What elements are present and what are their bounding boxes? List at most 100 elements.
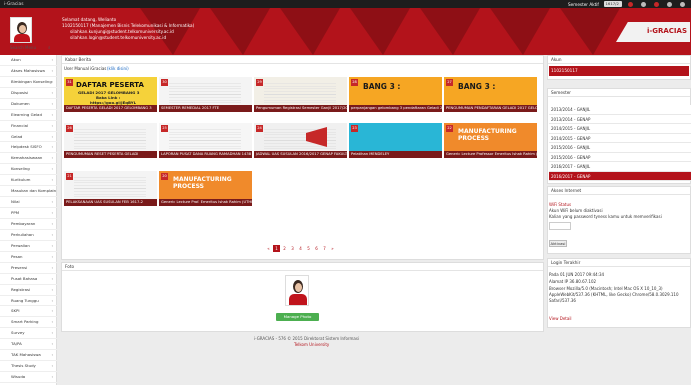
page-link[interactable]: 3 <box>289 245 296 252</box>
sidebar-item-konseling[interactable]: Konseling ‹ <box>0 164 57 176</box>
sidebar-item-label: Survey <box>11 330 25 336</box>
news-tile[interactable]: MANUFACTURING PROCESS 20 Generic Lecture P… <box>159 171 252 206</box>
news-tile[interactable]: 26 PENGUMUMAN RESET PESERTA GELADI <box>64 123 157 158</box>
news-tile[interactable]: 23 Pelatihan MENDELEY <box>349 123 442 158</box>
search-icon[interactable]: ⌕ <box>48 45 51 51</box>
sidebar-item-label: Elearning Gelad <box>11 111 42 117</box>
sidebar-item-pembayaran[interactable]: Pembayaran ‹ <box>0 219 57 230</box>
avatar[interactable] <box>10 17 32 43</box>
sidebar-item-financial[interactable]: Financial ‹ <box>0 121 57 132</box>
sidebar-item-masukan-dan-komplain[interactable]: Masukan dan Komplain ‹ <box>0 186 57 198</box>
sidebar-item-ruang-tunggu[interactable]: Ruang Tunggu ‹ <box>0 296 57 307</box>
sidebar-item-gelad[interactable]: Gelad ‹ <box>0 132 57 143</box>
wifi-activate-button[interactable]: Aktivasi <box>549 240 567 247</box>
sidebar-item-label: Kemahasiswaan <box>11 155 43 161</box>
wifi-status-title: WiFi Status <box>549 202 572 207</box>
power-icon[interactable] <box>680 1 685 7</box>
sidebar-item-label: Pusat Bahasa <box>11 275 38 281</box>
semester-item[interactable]: 2013/2014 - GENAP <box>549 114 691 124</box>
sidebar-item-ppm[interactable]: PPM ‹ <box>0 208 57 219</box>
semester-item[interactable]: 2014/2015 - GANJIL <box>549 124 691 134</box>
sidebar-item-smart-parking[interactable]: Smart Parking ‹ <box>0 317 57 329</box>
sidebar-item-ta-pa[interactable]: TA/PA ‹ <box>0 339 57 351</box>
news-tile[interactable]: 29 Pengumuman Registrasi Semester Ganjil … <box>254 77 347 112</box>
news-number: 21 <box>66 173 73 180</box>
semester-item[interactable]: 2016/2017 - GANJIL <box>549 162 691 172</box>
sidebar-item-helpdesk-sisfo[interactable]: Helpdesk SISFO ‹ <box>0 142 57 154</box>
semester-item[interactable]: 2015/2016 - GENAP <box>549 152 691 162</box>
wifi-panel: Akses Internet <box>547 186 691 254</box>
news-thumbnail: BANG 3 : <box>444 77 537 105</box>
news-tile[interactable]: 25 LAPORAN PUSAT DANA RUANG RAMADHAN 1438… <box>159 123 252 158</box>
page-link[interactable]: 2 <box>281 245 288 252</box>
sidebar-item-tak-mahasiswa[interactable]: TAK Mahasiswa ‹ <box>0 350 57 362</box>
notification-icon[interactable] <box>628 1 633 7</box>
sidebar-item-kemahasiswaan[interactable]: Kemahasiswaan ‹ <box>0 153 57 165</box>
view-detail-link[interactable]: View Detail <box>549 316 572 321</box>
semester-item[interactable]: 2015/2016 - GANJIL <box>549 143 691 153</box>
last-login-browser-3: Safari/537.36 <box>549 298 576 303</box>
sidebar-item-label: Akses Mahasiswa <box>11 67 45 73</box>
footer-university[interactable]: Telkom University <box>294 342 329 347</box>
sidebar-item-label: TA/PA <box>11 341 22 347</box>
manage-photo-button[interactable]: Manage Photo <box>276 313 319 321</box>
chevron-left-icon: ‹ <box>51 221 53 226</box>
news-tile[interactable]: 24 JADWAL UAS SUSULAN 2016/2017 GENAP FAK… <box>254 123 347 158</box>
sidebar-item-dokumen[interactable]: Dokumen ‹ <box>0 99 57 110</box>
page-link[interactable]: 4 <box>297 245 304 252</box>
sidebar-item-pesan[interactable]: Pesan ‹ <box>0 252 57 263</box>
semester-item[interactable]: 2013/2014 - GANJIL <box>549 105 691 115</box>
chevron-left-icon: ‹ <box>51 341 53 347</box>
news-tile[interactable]: MANUFACTURING PROCESS 22 Generic Lecture P… <box>444 123 537 158</box>
sidebar-item-survey[interactable]: Survey ‹ <box>0 328 57 340</box>
sidebar-item-presensi[interactable]: Presensi ‹ <box>0 263 57 274</box>
page-link[interactable]: 7 <box>321 245 328 252</box>
search-menu[interactable]: Search Menu <box>10 45 36 50</box>
semester-select[interactable]: 1617/2 <box>604 0 622 8</box>
sidebar-item-pusat-bahasa[interactable]: Pusat Bahasa ‹ <box>0 274 57 285</box>
news-tile[interactable]: DAFTAR PESERTA GELADI 2017 GELOMBANG 3 Bak… <box>64 77 157 112</box>
sidebar-item-bimbingan-konseling[interactable]: Bimbingan Konseling ‹ <box>0 77 57 88</box>
sidebar-item-akun[interactable]: Akun ‹ <box>0 55 57 66</box>
news-tile[interactable]: BANG 3 : 27 PENGUMUMAN PENDAFTARAN GELADI … <box>444 77 537 112</box>
sidebar-item-perwalian[interactable]: Perwalian ‹ <box>0 241 57 252</box>
news-tile[interactable]: BANG 3 : 28 perpanjangan gelombang 3 penda… <box>349 77 442 112</box>
sidebar-item-perkuliahan[interactable]: Perkuliahan ‹ <box>0 230 57 241</box>
chevron-left-icon: ‹ <box>51 111 53 117</box>
sidebar-item-label: Ruang Tunggu <box>11 297 39 303</box>
page-link[interactable]: 1 <box>273 245 280 252</box>
sidebar-item-akses-mahasiswa[interactable]: Akses Mahasiswa ‹ <box>0 66 57 77</box>
page-link[interactable]: » <box>329 245 336 252</box>
semester-item[interactable]: 2014/2015 - GENAP <box>549 133 691 143</box>
sidebar-item-registrasi[interactable]: Registrasi ‹ <box>0 285 57 296</box>
news-caption: Pengumuman Registrasi Semester Ganjil 20… <box>254 105 347 112</box>
mail-icon[interactable] <box>641 1 646 7</box>
sidebar-item-kurikulum[interactable]: Kurikulum ‹ <box>0 175 57 187</box>
account-value[interactable]: 1102150117 <box>549 66 689 76</box>
sidebar-item-elearning-gelad[interactable]: Elearning Gelad ‹ <box>0 110 57 121</box>
sidebar-item-nilai[interactable]: Nilai ‹ <box>0 197 57 209</box>
user-email-2: silahkan.login@student.telkomuniversity.… <box>70 35 167 40</box>
sidebar-item-thesis-study[interactable]: Thesis Study ‹ <box>0 361 57 373</box>
last-login-title: Login Terakhir <box>548 259 690 267</box>
page-link[interactable]: 6 <box>313 245 320 252</box>
user-icon[interactable] <box>654 1 659 7</box>
page-link[interactable]: « <box>265 245 272 252</box>
sidebar-item-wisuda[interactable]: Wisuda ‹ <box>0 372 57 383</box>
news-thumbnail <box>64 171 157 199</box>
news-tile[interactable]: 21 PELAKSANAAN UAS SUSULAN FEB 1617-2 <box>64 171 157 206</box>
page-link[interactable]: 5 <box>305 245 312 252</box>
sidebar-item-skpi[interactable]: SKPI ‹ <box>0 306 57 318</box>
user-greeting: Selamat datang, Welianto <box>62 17 117 22</box>
wifi-password-input[interactable] <box>549 222 571 230</box>
user-manual-link[interactable]: (klik disini) <box>107 66 129 71</box>
semester-item[interactable]: 2016/2017 - GENAP <box>549 171 691 181</box>
sidebar-item-label: Kurikulum <box>11 177 31 183</box>
news-caption: Generic Lecture Prof. Emeritus Ishak Rah… <box>159 199 252 206</box>
news-number: 26 <box>66 125 73 132</box>
news-caption: Generic Lecture Professor Emeritus Ishak… <box>444 151 537 158</box>
last-login-date: Pada 01 JUN 2017 09:44:34 <box>549 272 605 277</box>
settings-icon[interactable] <box>667 1 672 7</box>
news-tile[interactable]: 30 SEMESTER REMEDIAL 2017 FTE <box>159 77 252 112</box>
sidebar-item-disposisi[interactable]: Disposisi ‹ <box>0 88 57 99</box>
